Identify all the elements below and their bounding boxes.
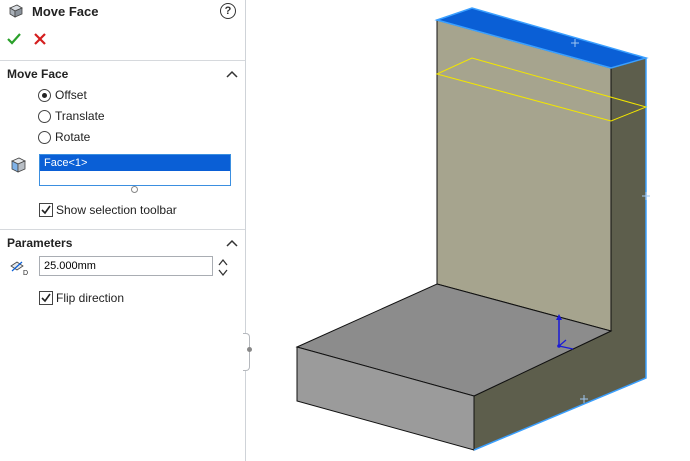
radio-label: Translate: [55, 109, 105, 123]
close-icon[interactable]: [32, 31, 48, 47]
checkbox-label: Show selection toolbar: [56, 203, 177, 217]
checkbox-label: Flip direction: [56, 291, 125, 305]
radio-button[interactable]: [38, 131, 51, 144]
divider: [0, 60, 245, 61]
check-mark-icon: [41, 205, 51, 215]
face-selection-box[interactable]: Face<1>: [39, 154, 231, 186]
graphics-area[interactable]: [247, 0, 690, 461]
help-icon[interactable]: ?: [220, 3, 236, 19]
triad-origin: [557, 344, 561, 348]
distance-icon: D: [10, 261, 28, 277]
radio-label: Offset: [55, 88, 87, 102]
checkbox[interactable]: [39, 291, 53, 305]
panel-title-row: Move Face ?: [0, 0, 245, 24]
chevron-up-icon[interactable]: [218, 258, 228, 266]
chevron-down-icon[interactable]: [218, 269, 228, 277]
checkmark-icon[interactable]: [6, 31, 22, 47]
svg-text:D: D: [23, 270, 28, 277]
move-face-section-title: Move Face: [7, 67, 69, 81]
chevron-up-icon[interactable]: [226, 70, 238, 78]
face-selection-icon: [11, 157, 26, 173]
radio-label: Rotate: [55, 130, 91, 144]
divider: [0, 229, 245, 230]
parameters-section-title: Parameters: [7, 236, 73, 250]
panel-title: Move Face: [32, 4, 99, 19]
property-manager-panel: Move Face ? Move Face Offset Translate R…: [0, 0, 246, 461]
radio-button[interactable]: [38, 89, 51, 102]
check-mark-icon: [41, 293, 51, 303]
selection-list-item[interactable]: Face<1>: [40, 155, 230, 171]
move-face-icon: [9, 4, 23, 18]
checkbox[interactable]: [39, 203, 53, 217]
distance-input[interactable]: [39, 256, 213, 276]
chevron-up-icon[interactable]: [226, 239, 238, 247]
resize-grip[interactable]: [131, 186, 138, 193]
radio-button[interactable]: [38, 110, 51, 123]
vertical-face[interactable]: [436, 19, 612, 332]
